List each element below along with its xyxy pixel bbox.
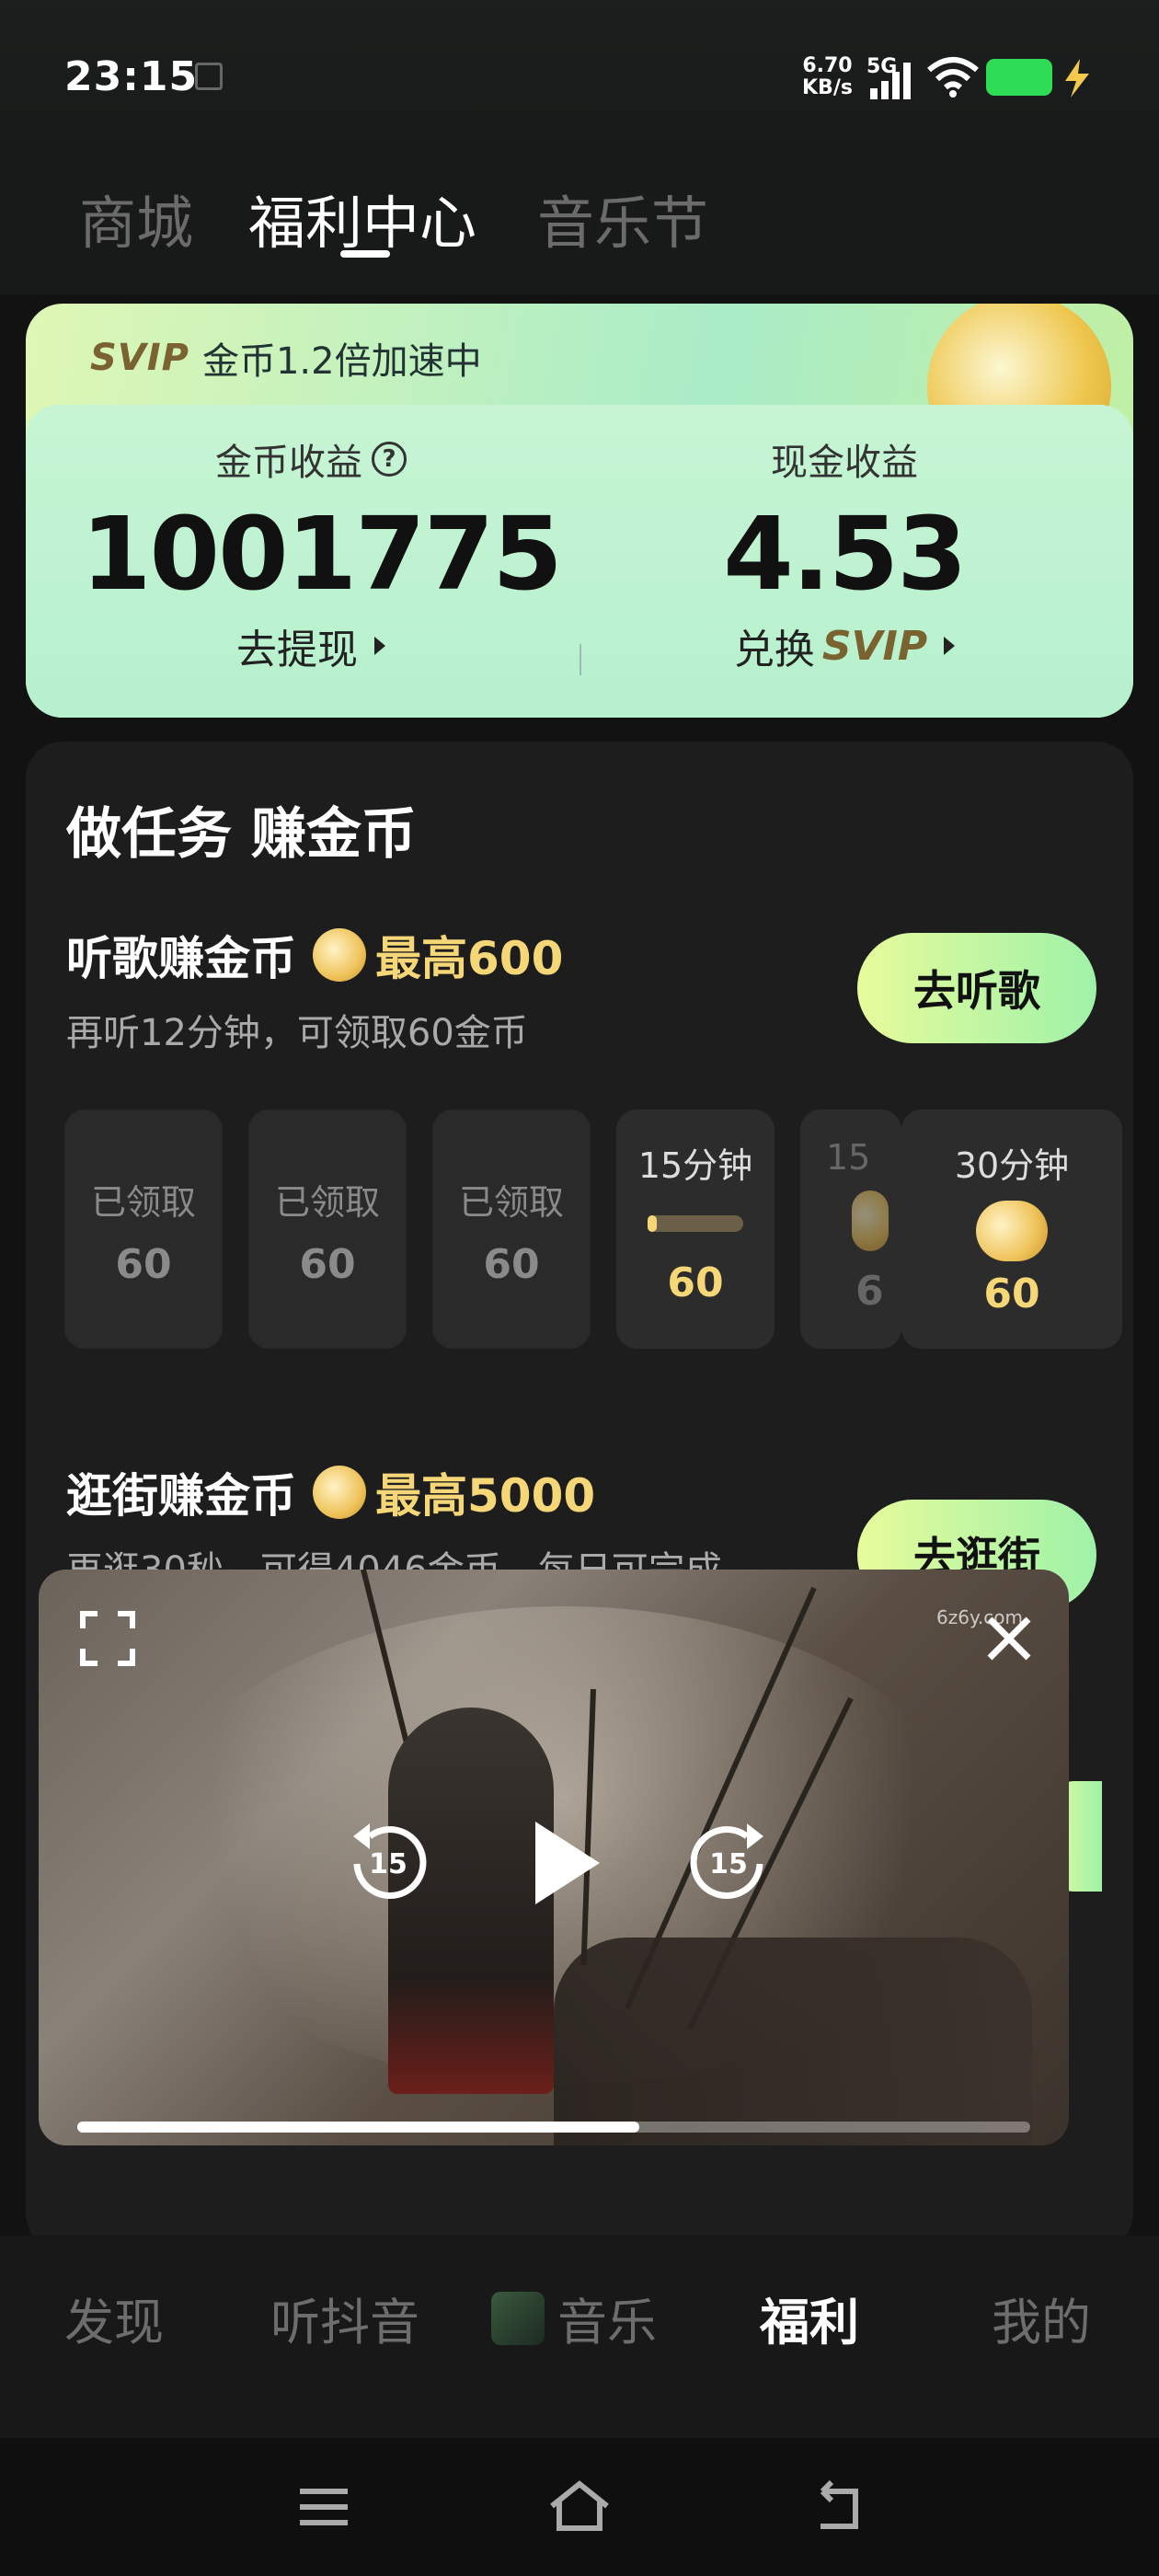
tab-me[interactable]: 我的 <box>992 2282 1091 2354</box>
arrow-right-icon <box>944 637 956 655</box>
play-icon[interactable] <box>517 1812 609 1914</box>
tab-music[interactable]: 音乐 <box>491 2282 657 2354</box>
svg-text:15: 15 <box>369 1848 407 1880</box>
reward-slot-final[interactable]: 30分钟 60 <box>901 1110 1122 1349</box>
svg-text:15: 15 <box>709 1848 748 1880</box>
close-icon[interactable] <box>977 1606 1041 1671</box>
tab-discover[interactable]: 发现 <box>64 2282 164 2354</box>
status-time: 23:15 <box>64 53 199 100</box>
listen-task-title: 听歌赚金币 最高600 <box>66 922 563 988</box>
divider <box>580 644 581 675</box>
bottom-tab-bar: 发现 听抖音 音乐 福利 我的 <box>0 2236 1159 2438</box>
tab-mall[interactable]: 商城 <box>79 177 193 259</box>
net-speed: 6.70 KB/s <box>802 54 853 99</box>
reward-slot-active[interactable]: 15分钟 60 <box>616 1110 775 1349</box>
status-bar: 23:15 6.70 KB/s 5G <box>0 0 1159 156</box>
coin-earnings-value: 1001775 <box>81 495 563 613</box>
floating-video-player[interactable]: 6z6y.com 15 15 <box>39 1570 1069 2145</box>
video-progress-bar[interactable] <box>77 2122 1030 2133</box>
slot-progress-bar <box>648 1215 743 1232</box>
active-tab-indicator <box>340 250 390 258</box>
earnings-card: SVIP 金币1.2倍加速中 金币收益 ? 1001775 去提现 现金收益 4… <box>26 304 1133 718</box>
go-listen-button[interactable]: 去听歌 <box>857 933 1096 1043</box>
svip-logo: SVIP <box>90 337 189 379</box>
signal-icon <box>870 63 911 99</box>
rewind-15-icon[interactable]: 15 <box>342 1818 434 1910</box>
video-frame <box>554 1938 1032 2145</box>
reward-slot: 已领取 60 <box>64 1110 223 1349</box>
arrow-right-icon <box>374 637 385 655</box>
coin-earnings-label: 金币收益 <box>215 442 362 484</box>
shop-task-title: 逛街赚金币 最高5000 <box>66 1459 595 1525</box>
reward-slot: 已领取 60 <box>432 1110 591 1349</box>
battery-icon <box>986 59 1052 96</box>
system-nav-bar <box>0 2438 1159 2576</box>
menu-icon[interactable] <box>287 2475 361 2539</box>
coin-icon <box>313 1466 366 1519</box>
cash-earnings-label: 现金收益 <box>771 442 918 484</box>
video-progress-fill <box>77 2122 640 2133</box>
wifi-icon <box>927 57 979 98</box>
fullscreen-icon[interactable] <box>75 1606 140 1671</box>
help-icon[interactable]: ? <box>372 442 407 477</box>
music-thumbnail-icon <box>491 2291 545 2345</box>
tasks-title: 做任务 赚金币 <box>66 802 417 867</box>
withdraw-link[interactable]: 去提现 <box>81 616 541 675</box>
coin-stack-icon <box>976 1201 1048 1261</box>
forward-15-icon[interactable]: 15 <box>683 1818 775 1910</box>
coin-earnings: 金币收益 ? 1001775 去提现 <box>81 432 563 675</box>
cash-earnings-value: 4.53 <box>723 495 967 613</box>
listen-reward-slots: 已领取 60 已领取 60 已领取 60 15分钟 60 15 6 30分钟 6… <box>64 1110 1122 1349</box>
tab-welfare-center[interactable]: 福利中心 <box>248 177 476 259</box>
svip-speedup-text: 金币1.2倍加速中 <box>201 340 482 383</box>
coin-icon <box>852 1190 889 1251</box>
charging-icon <box>1065 59 1089 98</box>
exchange-svip-link[interactable]: 兑换 SVIP <box>614 616 1074 675</box>
home-icon[interactable] <box>543 2475 616 2539</box>
tab-listen-douyin[interactable]: 听抖音 <box>270 2282 419 2354</box>
coin-icon <box>313 928 366 982</box>
reward-slot: 已领取 60 <box>248 1110 407 1349</box>
slot-progress-fill <box>648 1215 658 1232</box>
sim-icon <box>195 63 223 90</box>
earnings-panel: 金币收益 ? 1001775 去提现 现金收益 4.53 兑换 SVIP <box>26 405 1133 718</box>
back-icon[interactable] <box>800 2475 874 2539</box>
cash-earnings: 现金收益 4.53 兑换 SVIP <box>614 432 1074 675</box>
listen-task-desc: 再听12分钟，可领取60金币 <box>66 1012 528 1054</box>
top-tabs: 商城 福利中心 音乐节 <box>0 156 1159 294</box>
svip-banner: SVIP 金币1.2倍加速中 <box>90 331 482 385</box>
tab-welfare[interactable]: 福利 <box>760 2282 859 2354</box>
reward-slot-partial: 15 6 <box>800 1110 901 1349</box>
tab-music-festival[interactable]: 音乐节 <box>537 177 708 259</box>
